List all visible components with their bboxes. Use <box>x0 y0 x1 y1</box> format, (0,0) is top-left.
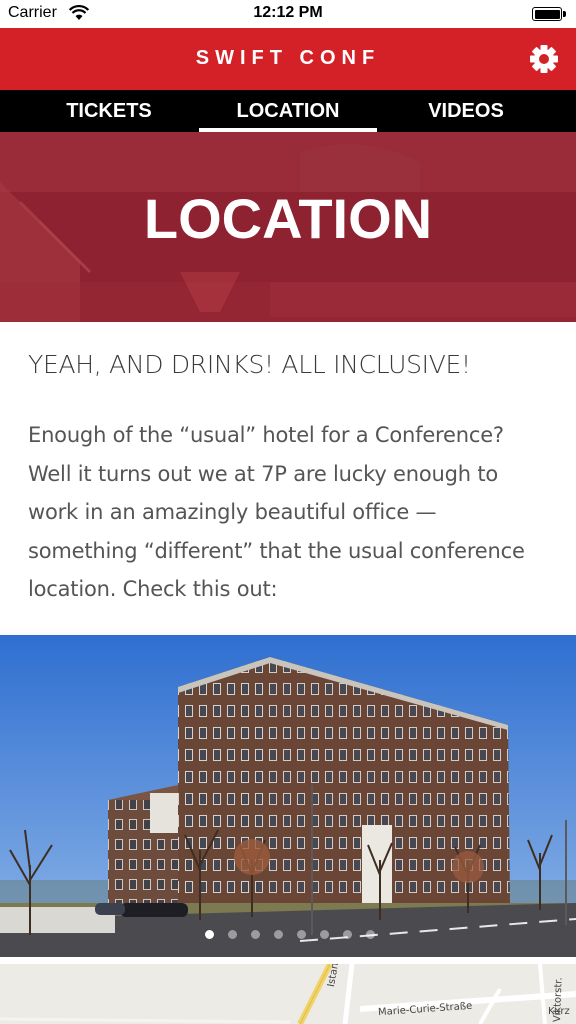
paragraph-line: work in an amazingly beautiful office — <box>28 500 437 524</box>
paragraph-line: Well it turns out we at 7P are lucky eno… <box>28 461 499 486</box>
hero-title: LOCATION <box>143 187 433 250</box>
app-header: SWIFT CONF <box>0 28 576 90</box>
battery-icon <box>532 7 566 21</box>
page-dot[interactable] <box>251 930 260 939</box>
page-dot[interactable] <box>343 930 352 939</box>
description-paragraph: Enough of the “usual” hotel for a Confer… <box>28 416 558 609</box>
paragraph-line: location. Check this out: <box>28 577 278 601</box>
photo-carousel[interactable] <box>0 635 576 957</box>
map-tiles <box>0 964 576 1024</box>
hero-banner: LOCATION <box>0 132 576 322</box>
page-dot[interactable] <box>366 930 375 939</box>
tab-bar: TICKETS LOCATION VIDEOS <box>0 90 576 132</box>
paragraph-line: something “different” that the usual con… <box>28 538 525 563</box>
status-time: 12:12 PM <box>253 4 323 21</box>
section-heading: YEAH, AND DRINKS! ALL INCLUSIVE! <box>28 350 471 379</box>
location-map[interactable]: Istanbulstr. Marie-Curie-Straße Viktorst… <box>0 964 576 1024</box>
page-dot[interactable] <box>228 930 237 939</box>
paragraph-line: Enough of the “usual” hotel for a Confer… <box>28 423 504 447</box>
map-street-label: Kurz <box>548 1006 570 1017</box>
status-bar: Carrier 12:12 PM <box>0 0 576 28</box>
page-dot[interactable] <box>320 930 329 939</box>
page-dot[interactable] <box>205 930 214 939</box>
page-dot[interactable] <box>297 930 306 939</box>
page-dot[interactable] <box>274 930 283 939</box>
separator <box>0 957 576 964</box>
gear-icon[interactable] <box>526 41 562 77</box>
app-title: SWIFT CONF <box>195 47 381 69</box>
tab-tickets[interactable]: TICKETS <box>20 90 198 132</box>
tab-location[interactable]: LOCATION <box>199 90 377 132</box>
tab-videos[interactable]: VIDEOS <box>377 90 555 132</box>
office-building-photo <box>0 635 576 957</box>
